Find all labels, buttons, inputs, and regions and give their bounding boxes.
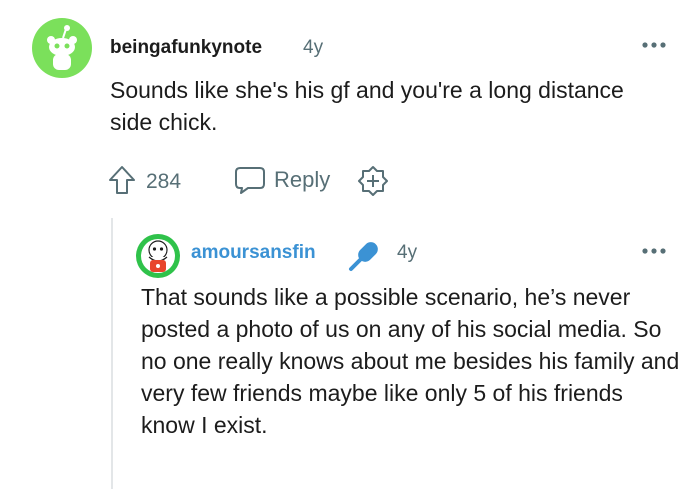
comment-bubble-icon	[235, 167, 265, 194]
microphone-icon	[347, 235, 387, 273]
reply-label: Reply	[274, 167, 331, 192]
comment-author[interactable]: beingafunkynote	[110, 37, 262, 59]
give-award-icon[interactable]	[357, 165, 389, 197]
snoo-avatar-icon	[32, 18, 92, 78]
comment-age: 4y	[397, 242, 418, 263]
more-options-icon[interactable]	[641, 35, 667, 55]
more-options-icon[interactable]	[641, 241, 667, 261]
thread-line[interactable]	[111, 218, 113, 489]
comment-age: 4y	[303, 37, 324, 58]
vote-score: 284	[146, 170, 182, 193]
comment-author[interactable]: amoursansfin	[191, 242, 316, 264]
comment-body: Sounds like she's his gf and you're a lo…	[110, 77, 624, 135]
avatar[interactable]	[136, 234, 180, 278]
avatar[interactable]	[32, 18, 92, 78]
upvote-icon[interactable]	[108, 165, 136, 195]
reply-button[interactable]: Reply	[234, 164, 330, 196]
comment-body: That sounds like a possible scenario, he…	[141, 284, 680, 438]
snoo-avatar-icon	[136, 234, 180, 278]
